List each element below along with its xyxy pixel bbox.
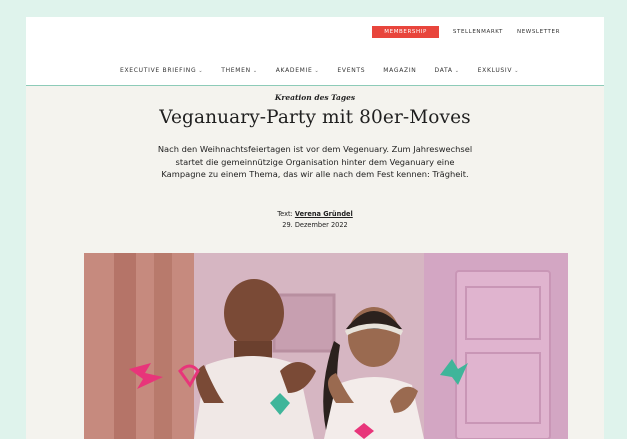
top-utility-bar: MEMBERSHIP STELLENMARKT NEWSLETTER bbox=[26, 17, 604, 41]
byline-prefix: Text: bbox=[277, 210, 293, 218]
nav-item-label: AKADEMIE bbox=[275, 67, 313, 74]
utility-links: MEMBERSHIP STELLENMARKT NEWSLETTER bbox=[372, 26, 560, 38]
chevron-down-icon: ⌄ bbox=[314, 68, 320, 74]
nav-item-label: EXECUTIVE BRIEFING bbox=[120, 67, 197, 74]
nav-item-events[interactable]: EVENTS bbox=[337, 67, 365, 74]
nav-item-label: MAGAZIN bbox=[383, 67, 417, 74]
membership-button[interactable]: MEMBERSHIP bbox=[372, 26, 439, 38]
browser-page: MEMBERSHIP STELLENMARKT NEWSLETTER EXECU… bbox=[26, 17, 604, 439]
lead-line: Kampagne zu einem Thema, das wir alle na… bbox=[161, 169, 469, 179]
article-byline: Text: Verena Gründel 29. Dezember 2022 bbox=[26, 209, 604, 231]
lead-line: Nach den Weihnachtsfeiertagen ist vor de… bbox=[157, 144, 473, 154]
nav-item-label: DATA bbox=[434, 67, 453, 74]
nav-item-label: THEMEN bbox=[221, 67, 251, 74]
nav-item-executive-briefing[interactable]: EXECUTIVE BRIEFING ⌄ bbox=[120, 67, 203, 74]
article-kicker: Kreation des Tages bbox=[274, 93, 356, 102]
chevron-down-icon: ⌄ bbox=[198, 68, 204, 74]
nav-item-akademie[interactable]: AKADEMIE ⌄ bbox=[276, 67, 320, 74]
nav-items: EXECUTIVE BRIEFING ⌄ THEMEN ⌄ AKADEMIE ⌄ EV… bbox=[120, 67, 519, 74]
nav-item-exklusiv[interactable]: EXKLUSIV ⌄ bbox=[478, 67, 519, 74]
main-navigation: EXECUTIVE BRIEFING ⌄ THEMEN ⌄ AKADEMIE ⌄ EV… bbox=[26, 41, 604, 86]
nav-item-data[interactable]: DATA ⌄ bbox=[434, 67, 459, 74]
lead-line: startet die gemeinnützige Organisation h… bbox=[175, 156, 455, 167]
nav-item-label: EVENTS bbox=[337, 67, 366, 74]
hero-image bbox=[84, 253, 568, 439]
author-link[interactable]: Verena Gründel bbox=[295, 210, 353, 218]
article-lead: Nach den Weihnachtsfeiertagen ist vor de… bbox=[106, 143, 524, 181]
article-title: Veganuary-Party mit 80er-Moves bbox=[159, 107, 471, 128]
chevron-down-icon: ⌄ bbox=[454, 68, 460, 74]
newsletter-link[interactable]: NEWSLETTER bbox=[517, 29, 560, 35]
nav-item-themen[interactable]: THEMEN ⌄ bbox=[221, 67, 258, 74]
chevron-down-icon: ⌄ bbox=[252, 68, 258, 74]
hero-illustration bbox=[84, 253, 568, 439]
nav-item-magazin[interactable]: MAGAZIN bbox=[383, 67, 416, 74]
chevron-down-icon: ⌄ bbox=[514, 68, 520, 74]
publish-date: 29. Dezember 2022 bbox=[282, 221, 348, 229]
stellenmarkt-link[interactable]: STELLENMARKT bbox=[453, 29, 503, 35]
nav-item-label: EXKLUSIV bbox=[477, 67, 513, 74]
